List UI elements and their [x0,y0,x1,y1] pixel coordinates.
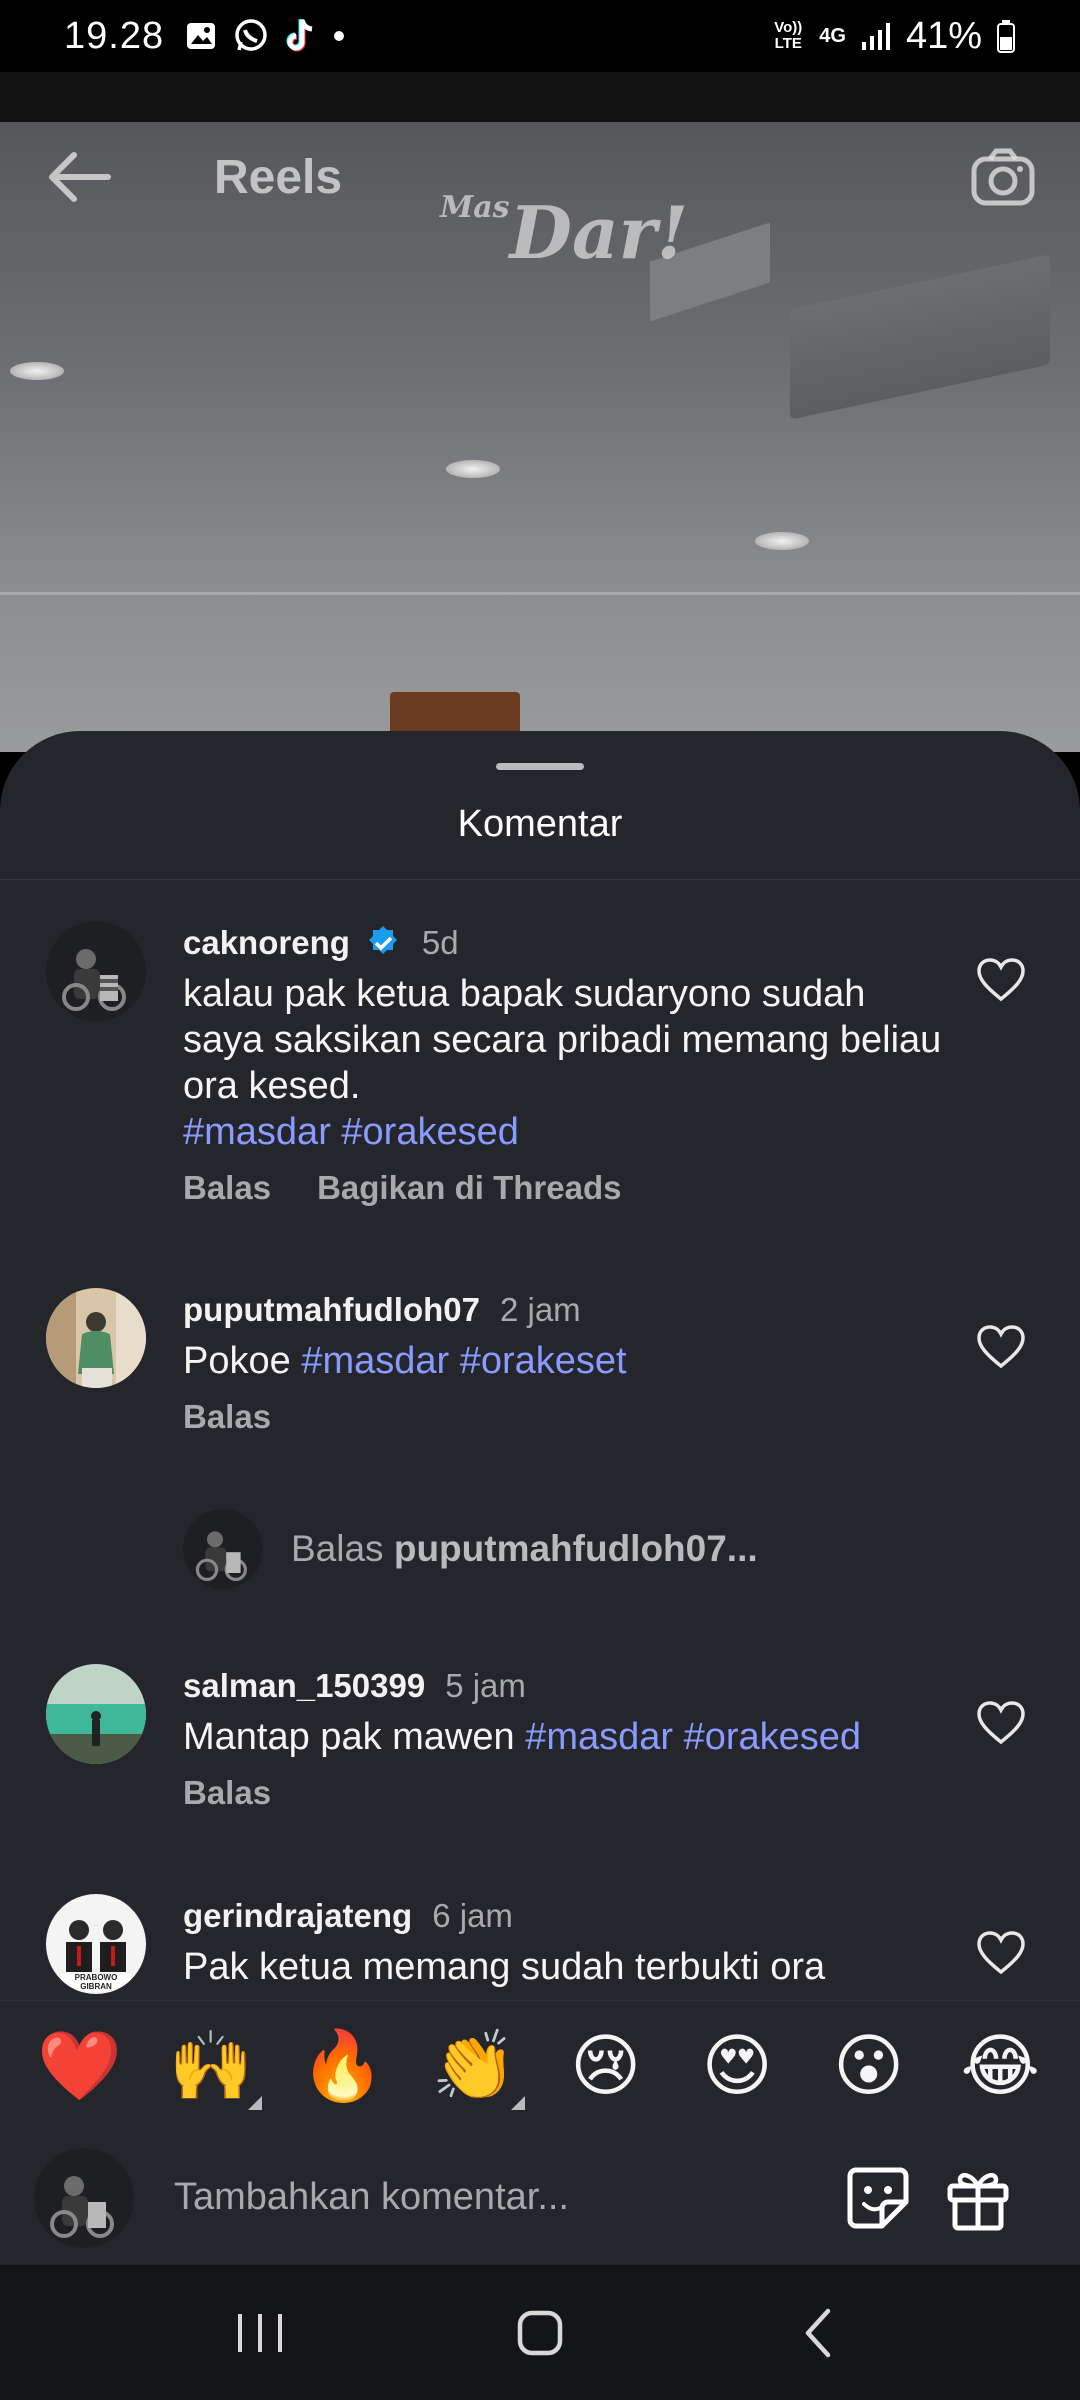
gift-icon[interactable] [942,2162,1014,2234]
comment-input[interactable] [174,2157,814,2238]
volte-label: Vo)) LTE [774,19,803,52]
emoji-fire-button[interactable]: 🔥 [298,2026,388,2106]
avatar[interactable]: PRABOWO GIBRAN [46,1894,146,1994]
comment-time: 5 jam [445,1667,526,1704]
battery-icon [997,20,1015,53]
divider [0,879,1080,880]
avatar[interactable] [46,1288,146,1388]
comment-time: 6 jam [432,1897,513,1934]
drag-handle[interactable] [496,763,584,770]
comment-hashtags[interactable]: #masdar #orakeset [301,1340,626,1382]
heart-icon[interactable] [976,1930,1026,1976]
status-time: 19.28 [64,14,165,57]
reply-prompt-text: Balas puputmahfudloh07... [291,1528,758,1569]
reply-button[interactable]: Balas [183,1169,271,1207]
whatsapp-icon [235,19,267,51]
emoji-clapping-button[interactable]: 👏 [429,2026,526,2110]
emoji-laughing-button[interactable]: 😂 [955,2026,1045,2106]
reply-button[interactable]: Balas [183,1774,271,1812]
emoji-reaction-bar: ❤️ 🙌 🔥 👏 😢 😍 😮 😂 [0,2000,1080,2130]
comment-username[interactable]: salman_150399 [183,1667,425,1705]
avatar[interactable] [46,1664,146,1764]
comment-text: Pokoe #masdar #orakeset [183,1340,627,1382]
android-nav-bar [0,2265,1080,2400]
comment-body: caknoreng 5d kalau pak ketua bapak sudar… [183,921,943,1207]
comment-body: gerindrajateng 6 jam Pak ketua memang su… [183,1894,943,1990]
page-title: Reels [214,150,343,204]
signal-icon [861,23,890,50]
comment-input-row [0,2130,1080,2265]
sticker-icon[interactable] [842,2162,914,2234]
reel-video[interactable]: Reels MasDar! [0,72,1080,752]
share-threads-button[interactable]: Bagikan di Threads [317,1169,621,1207]
ceiling-light [446,460,500,478]
reply-avatar [183,1509,263,1589]
ceiling-light [10,362,64,380]
emoji-heart-button[interactable]: ❤️ [35,2026,125,2106]
comment-username[interactable]: gerindrajateng [183,1897,412,1935]
comment-text: Mantap pak mawen #masdar #orakesed [183,1716,862,1758]
watermark-logo: MasDar! [440,190,689,275]
recent-apps-icon[interactable] [230,2308,290,2358]
heart-icon[interactable] [976,1700,1026,1746]
comment-body: salman_150399 5 jam Mantap pak mawen #ma… [183,1664,943,1812]
emoji-heart-eyes-button[interactable]: 😍 [692,2026,782,2106]
verified-badge-icon [368,926,397,954]
back-arrow-icon[interactable] [44,147,114,207]
sheet-title: Komentar [457,803,623,845]
network-4g-label: 4G [819,25,846,47]
camera-icon[interactable] [970,147,1036,207]
status-left-icons [184,17,346,55]
comment-text: Pak ketua memang sudah terbukti ora [183,1946,826,1988]
back-icon[interactable] [790,2303,850,2363]
wall-edge [0,592,1080,595]
my-avatar [34,2147,134,2248]
emoji-crying-button[interactable]: 😢 [561,2026,651,2106]
comment-hashtags[interactable]: #masdar #orakesed [525,1716,861,1758]
comment-time: 5d [421,924,459,961]
status-right: Vo)) LTE 4G 41% [771,15,1016,58]
ceiling-ac-unit [790,254,1050,420]
comment-username[interactable]: puputmahfudloh07 [183,1291,480,1329]
avatar-caption: PRABOWO GIBRAN [74,1973,118,1991]
comment-hashtags[interactable]: #masdar #orakesed [183,1111,519,1153]
comment-time: 2 jam [499,1291,581,1328]
comment-text: kalau pak ketua bapak sudaryono sudah sa… [183,973,942,1153]
dot-icon [334,31,345,41]
reply-prompt[interactable]: Balas puputmahfudloh07... [183,1509,758,1589]
emoji-raising-hands-button[interactable]: 🙌 [166,2026,263,2110]
avatar[interactable] [46,921,146,1021]
gallery-icon [187,23,216,49]
tiktok-icon [286,19,313,52]
emoji-surprised-button[interactable]: 😮 [824,2026,914,2106]
home-icon[interactable] [510,2303,570,2363]
comment-username[interactable]: caknoreng [183,924,350,962]
heart-icon[interactable] [976,957,1026,1003]
reply-button[interactable]: Balas [183,1398,271,1436]
comment-body: puputmahfudloh07 2 jam Pokoe #masdar #or… [183,1288,943,1436]
heart-icon[interactable] [976,1324,1026,1370]
battery-percent: 41% [905,14,982,57]
ceiling-light [755,532,809,550]
status-bar: 19.28 Vo)) LTE 4G 41% [0,0,1080,72]
